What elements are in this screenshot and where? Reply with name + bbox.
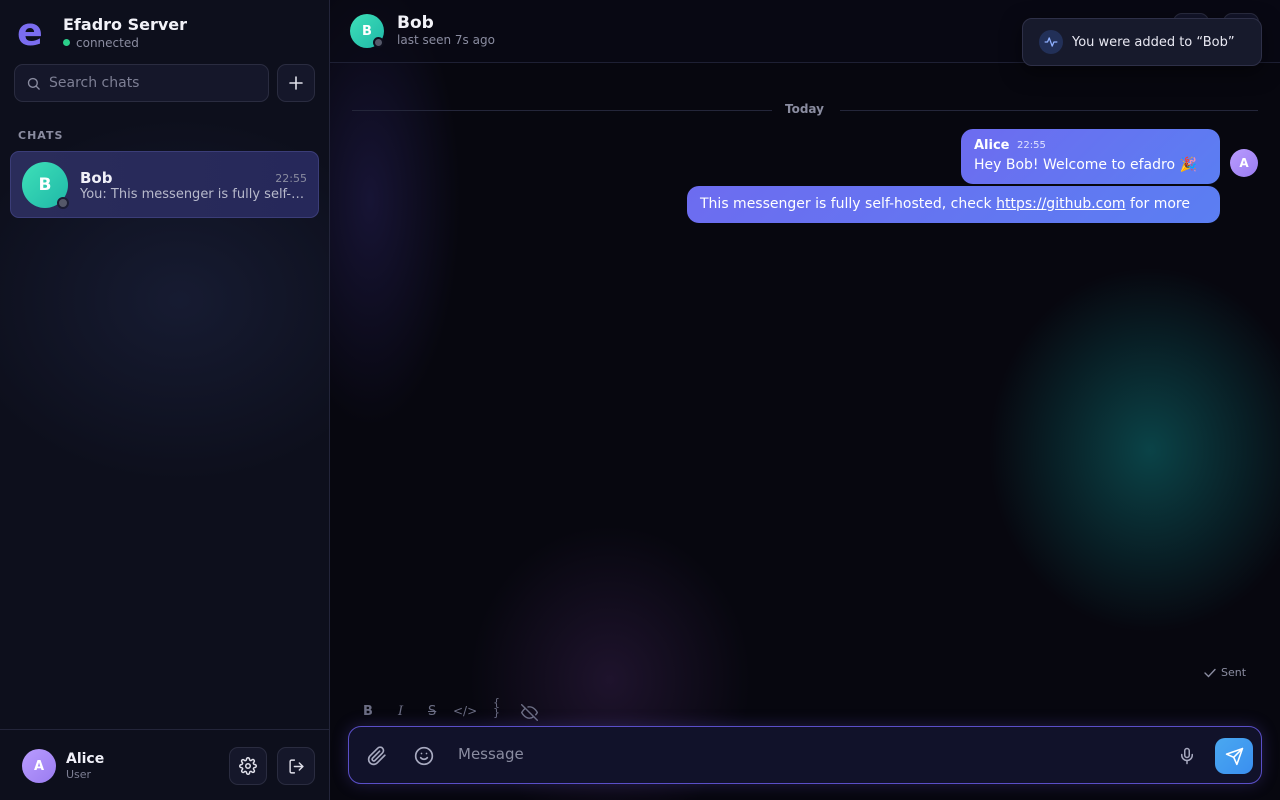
code-block-button[interactable]: { } (493, 697, 501, 718)
header-contact-name[interactable]: Bob (397, 13, 434, 33)
microphone-icon (1181, 747, 1193, 765)
message-text-after: for more (1125, 196, 1190, 212)
message-bubble[interactable]: This messenger is fully self-hosted, che… (687, 186, 1220, 223)
message-bubble[interactable]: Alice 22:55 Hey Bob! Welcome to efadro 🎉 (961, 129, 1220, 184)
search-icon (27, 77, 40, 90)
app-window: e Efadro Server connected CHATS B (0, 0, 1280, 800)
activity-icon (1039, 30, 1063, 54)
settings-button[interactable] (229, 747, 267, 785)
message-author-avatar[interactable]: A (1230, 149, 1258, 177)
search-input[interactable] (49, 75, 249, 91)
notification-toast: You were added to “Bob” (1022, 18, 1262, 66)
server-name: Efadro Server (63, 14, 188, 34)
bold-button[interactable]: B (363, 704, 373, 719)
delivery-status-label: Sent (1221, 666, 1247, 679)
message-text: Hey Bob! Welcome to efadro 🎉 (974, 157, 1197, 173)
message-author: Alice (974, 138, 1010, 153)
send-icon (1225, 747, 1243, 765)
date-divider-line-right (840, 110, 1258, 111)
brand: e Efadro Server connected (16, 14, 187, 50)
connection-status: connected (63, 36, 187, 50)
chat-time: 22:55 (275, 172, 307, 185)
message-composer (348, 726, 1262, 784)
user-name: Alice (66, 751, 105, 767)
logout-icon (288, 758, 304, 774)
message-time: 22:55 (1017, 140, 1046, 151)
chat-name: Bob (80, 169, 113, 187)
header-presence-dot-icon (373, 37, 384, 48)
strikethrough-button[interactable]: S (428, 704, 436, 719)
spoiler-button[interactable] (521, 704, 538, 725)
message-link[interactable]: https://github.com (996, 196, 1125, 212)
italic-button[interactable]: I (398, 704, 403, 719)
presence-dot-icon (57, 197, 69, 209)
send-button[interactable] (1215, 738, 1253, 774)
plus-icon (289, 76, 303, 90)
efadro-logo-icon: e (17, 14, 43, 50)
chat-preview: You: This messenger is fully self-hosted… (80, 187, 308, 202)
user-avatar: A (22, 749, 56, 783)
message-text-before: This messenger is fully self-hosted, che… (700, 196, 997, 212)
eye-off-icon (521, 704, 538, 721)
delivery-status: Sent (1204, 666, 1246, 679)
voice-button[interactable] (1175, 744, 1199, 768)
emoji-button[interactable] (412, 744, 436, 768)
date-divider: Today (785, 102, 824, 116)
message-input[interactable] (458, 745, 1158, 763)
toast-text: You were added to “Bob” (1072, 34, 1235, 50)
header-last-seen: last seen 7s ago (397, 33, 495, 47)
svg-text:e: e (17, 14, 43, 50)
message-text: This messenger is fully self-hosted, che… (700, 196, 1190, 212)
smiley-icon (414, 746, 434, 766)
conversation-pane: B Bob last seen 7s ago You were added to… (330, 0, 1280, 800)
date-divider-line-left (352, 110, 772, 111)
gear-icon (239, 757, 257, 775)
new-chat-button[interactable] (277, 64, 315, 102)
chats-section-label: CHATS (18, 129, 64, 142)
connection-status-label: connected (76, 35, 139, 50)
brand-text: Efadro Server connected (63, 15, 187, 50)
paperclip-icon (367, 746, 386, 766)
attach-button[interactable] (365, 744, 389, 768)
user-role: User (66, 768, 92, 781)
inline-code-button[interactable]: </> (453, 704, 477, 718)
search-box[interactable] (14, 64, 269, 102)
sidebar: e Efadro Server connected CHATS B (0, 0, 330, 800)
status-dot-icon (63, 39, 70, 46)
logout-button[interactable] (277, 747, 315, 785)
check-icon (1204, 668, 1216, 678)
current-user-bar: A Alice User (0, 729, 329, 800)
chat-list-item[interactable]: B Bob 22:55 You: This messenger is fully… (10, 151, 319, 218)
